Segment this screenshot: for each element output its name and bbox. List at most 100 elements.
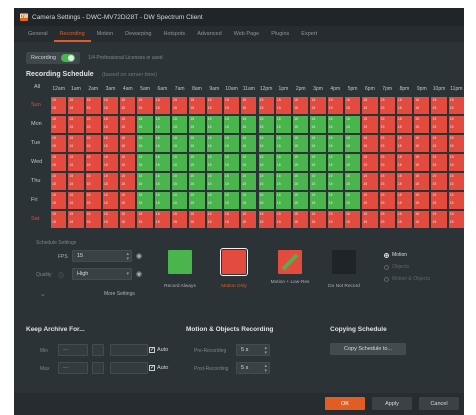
schedule-cell[interactable]: 15 15 [50,96,68,115]
schedule-cell[interactable]: 15 15 [343,115,362,134]
schedule-cell[interactable]: 15 15 [153,210,172,229]
schedule-cell[interactable]: 15 15 [361,96,379,115]
tab-dewarping[interactable]: Dewarping [119,26,157,42]
schedule-cell[interactable]: 15 15 [101,191,120,210]
schedule-cell[interactable]: 15 15 [101,115,120,134]
pre-spinner-icon[interactable]: ▴ ▾ [264,346,267,356]
schedule-cell[interactable]: 15 15 [153,134,172,153]
schedule-cell[interactable]: 15 15 [188,172,206,191]
schedule-cell[interactable]: 15 15 [153,115,172,134]
schedule-cell[interactable]: 15 15 [395,210,414,229]
schedule-cell[interactable]: 15 15 [67,153,85,172]
schedule-cell[interactable]: 15 15 [153,96,172,115]
schedule-cell[interactable]: 15 15 [119,96,137,115]
schedule-cell[interactable]: 15 15 [84,172,102,191]
tab-motion[interactable]: Motion [91,26,120,42]
all-selector[interactable]: All [34,84,40,90]
tab-web-page[interactable]: Web Page [228,26,266,42]
schedule-cell[interactable]: 15 15 [257,96,275,115]
schedule-cell[interactable]: 15 15 [188,96,206,115]
schedule-cell[interactable]: 15 15 [205,96,223,115]
motion-only-swatch[interactable] [220,248,248,276]
schedule-cell[interactable]: 15 15 [326,210,344,229]
schedule-cell[interactable]: 15 15 [153,172,172,191]
schedule-cell[interactable]: 15 15 [413,210,431,229]
schedule-cell[interactable]: 15 15 [309,210,327,229]
schedule-cell[interactable]: 15 15 [257,115,275,134]
day-label[interactable]: Thu [31,178,49,184]
copy-schedule-button[interactable]: Copy Schedule to... [330,343,406,355]
schedule-cell[interactable]: 15 15 [361,134,379,153]
schedule-cell[interactable]: 15 15 [430,115,448,134]
archive-min-spinner[interactable] [92,344,104,356]
tab-general[interactable]: General [22,26,54,42]
schedule-cell[interactable]: 15 15 [309,115,327,134]
schedule-cell[interactable]: 15 15 [274,191,293,210]
schedule-cell[interactable]: 15 15 [67,134,85,153]
schedule-cell[interactable]: 15 15 [292,96,310,115]
schedule-cell[interactable]: 15 15 [67,210,85,229]
schedule-cell[interactable]: 15 15 [84,191,102,210]
archive-max-value-field[interactable]: — [58,362,88,374]
schedule-cell[interactable]: 15 15 [395,153,414,172]
schedule-cell[interactable]: 15 15 [309,172,327,191]
schedule-cell[interactable]: 15 15 [378,115,396,134]
schedule-cell[interactable]: 15 15 [240,96,258,115]
day-label[interactable]: Sun [31,102,49,108]
record-always-swatch[interactable] [168,250,192,274]
schedule-cell[interactable]: 15 15 [343,172,362,191]
schedule-cell[interactable]: 15 15 [292,134,310,153]
apply-button[interactable]: Apply [372,397,412,410]
schedule-cell[interactable]: 15 15 [413,153,431,172]
schedule-cell[interactable]: 15 15 [309,191,327,210]
cancel-button[interactable]: Cancel [419,397,459,410]
schedule-cell[interactable]: 15 15 [136,134,154,153]
schedule-cell[interactable]: 15 15 [101,96,120,115]
schedule-cell[interactable]: 15 15 [378,172,396,191]
schedule-cell[interactable]: 15 15 [274,153,293,172]
schedule-cell[interactable]: 15 15 [205,115,223,134]
schedule-cell[interactable]: 15 15 [222,172,241,191]
schedule-cell[interactable]: 15 15 [101,134,120,153]
schedule-cell[interactable]: 15 15 [378,134,396,153]
tab-plugins[interactable]: Plugins [265,26,295,42]
schedule-cell[interactable]: 15 15 [153,191,172,210]
archive-max-unit-select[interactable] [110,362,148,374]
schedule-cell[interactable]: 15 15 [292,210,310,229]
expand-chevron-icon[interactable]: ⌄ [40,290,46,298]
schedule-cell[interactable]: 15 15 [67,115,85,134]
schedule-cell[interactable]: 15 15 [171,210,189,229]
schedule-cell[interactable]: 15 15 [378,153,396,172]
schedule-cell[interactable]: 15 15 [361,172,379,191]
schedule-cell[interactable]: 15 15 [309,96,327,115]
schedule-cell[interactable]: 15 15 [292,153,310,172]
schedule-cell[interactable]: 15 15 [343,153,362,172]
tab-advanced[interactable]: Advanced [191,26,227,42]
day-label[interactable]: Mon [31,121,49,127]
schedule-cell[interactable]: 15 15 [361,153,379,172]
schedule-cell[interactable]: 15 15 [343,96,362,115]
schedule-cell[interactable]: 15 15 [257,191,275,210]
radio-motion[interactable]: Motion [384,252,407,258]
fps-field[interactable]: 15 ▴ ▾ [72,250,132,262]
schedule-cell[interactable]: 15 15 [413,191,431,210]
recording-toggle[interactable] [61,54,76,62]
schedule-cell[interactable]: 15 15 [240,172,258,191]
day-label[interactable]: Wed [31,159,49,165]
more-settings-link[interactable]: More Settings [104,291,135,297]
schedule-cell[interactable]: 15 15 [274,115,293,134]
schedule-cell[interactable]: 15 15 [205,172,223,191]
schedule-cell[interactable]: 15 15 [50,153,68,172]
schedule-cell[interactable]: 15 15 [326,115,344,134]
schedule-cell[interactable]: 15 15 [326,191,344,210]
schedule-cell[interactable]: 15 15 [292,172,310,191]
pre-recording-field[interactable]: 5 s ▴ ▾ [236,344,270,356]
schedule-cell[interactable]: 15 15 [119,153,137,172]
schedule-cell[interactable]: 15 15 [188,210,206,229]
schedule-cell[interactable]: 15 15 [50,115,68,134]
day-label[interactable]: Fri [31,197,49,203]
schedule-cell[interactable]: 15 15 [447,191,464,210]
radio-objects[interactable]: Objects [384,264,409,270]
schedule-cell[interactable]: 15 15 [171,153,189,172]
schedule-cell[interactable]: 15 15 [84,96,102,115]
